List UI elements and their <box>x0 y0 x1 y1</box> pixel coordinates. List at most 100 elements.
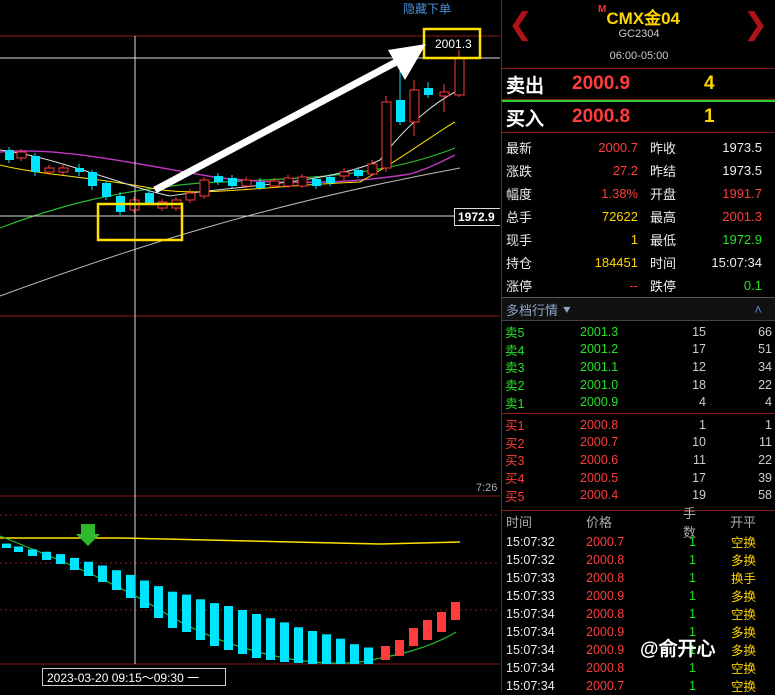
kline-chart[interactable] <box>0 0 500 692</box>
level-qty: 1 <box>699 417 706 432</box>
order-book-row[interactable]: 买5 2000.4 19 58 <box>502 486 775 504</box>
tick-row[interactable]: 15:07:34 2000.8 1 空换 <box>502 605 775 623</box>
tick-row[interactable]: 15:07:32 2000.7 1 空换 <box>502 533 775 551</box>
level-price: 2001.1 <box>580 359 619 374</box>
stat-label: 涨停 <box>506 279 533 294</box>
tick-row[interactable]: 15:07:33 2000.9 1 多换 <box>502 587 775 605</box>
oscillator-bar <box>336 638 345 664</box>
tick-row[interactable]: 15:07:34 2000.7 1 空换 <box>502 677 775 695</box>
tick-row[interactable]: 15:07:34 2000.9 1 多换 <box>502 623 775 641</box>
order-book-row[interactable]: 卖2 2001.0 18 22 <box>502 376 775 394</box>
tick-row[interactable]: 15:07:33 2000.8 1 换手 <box>502 569 775 587</box>
candle-body <box>297 176 308 187</box>
order-book-row[interactable]: 卖1 2000.9 4 4 <box>502 393 775 411</box>
depth-title: 多档行情 ⯆ <box>502 300 572 319</box>
oscillator-bar <box>154 586 163 618</box>
order-book-row[interactable]: 卖3 2001.1 12 34 <box>502 358 775 376</box>
level-cum: 4 <box>765 395 772 410</box>
oscillator-bar <box>112 570 121 590</box>
candle-body <box>241 179 252 187</box>
candle-body <box>339 171 350 177</box>
order-book-row[interactable]: 买1 2000.8 1 1 <box>502 416 775 434</box>
oscillator-bar <box>42 551 51 560</box>
tick-list-header: 时间 价格 手数 开平 <box>502 506 775 540</box>
tick-qty: 1 <box>689 552 696 567</box>
candle-body <box>145 193 154 203</box>
level-cum: 1 <box>765 417 772 432</box>
kline-chart-panel[interactable]: 隐藏下单 2001.3 1972.9 7:26 2023-03-20 09:15… <box>0 0 500 692</box>
candle-body <box>199 179 210 197</box>
tick-row[interactable]: 15:07:34 2000.9 1 多换 <box>502 641 775 659</box>
depth-header[interactable]: 多档行情 ⯆ ˄ <box>502 298 775 321</box>
level-cum: 39 <box>758 470 772 485</box>
stat-value: -- <box>629 278 638 293</box>
hide-order-button[interactable]: 隐藏下单 <box>403 0 451 17</box>
order-book-row[interactable]: 买4 2000.5 17 39 <box>502 469 775 487</box>
level-cum: 66 <box>758 324 772 339</box>
stat-label: 昨结 <box>650 164 677 179</box>
buy-quote-row[interactable]: 买入 2000.8 1 <box>502 102 775 133</box>
level-qty: 17 <box>692 342 706 357</box>
level-label: 买4 <box>505 472 525 487</box>
tick-price: 2000.7 <box>586 678 625 693</box>
candle-body <box>354 170 363 176</box>
sell-quote-row[interactable]: 卖出 2000.9 4 <box>502 69 775 100</box>
tick-time: 15:07:34 <box>506 660 555 675</box>
tick-row[interactable]: 15:07:32 2000.8 1 多换 <box>502 551 775 569</box>
oscillator-bar <box>84 561 93 576</box>
stat-value: 2001.3 <box>722 209 762 224</box>
tick-type: 空换 <box>730 536 756 551</box>
expand-depth-icon[interactable]: ⯆ <box>562 303 572 318</box>
candle-body <box>228 178 237 186</box>
stat-value: 72622 <box>601 209 638 224</box>
tick-qty: 1 <box>689 606 696 621</box>
order-book-row[interactable]: 卖4 2001.2 17 51 <box>502 341 775 359</box>
level-label: 买3 <box>505 454 525 469</box>
level-label: 卖1 <box>505 396 525 411</box>
oscillator-bar <box>196 599 205 640</box>
annotation-arrow-shaft <box>153 56 402 194</box>
candle-body <box>75 168 84 172</box>
tick-type: 空换 <box>730 680 756 695</box>
tick-qty: 1 <box>689 570 696 585</box>
stat-row: 涨跌 27.2 昨结 1973.5 <box>502 159 775 182</box>
collapse-chevron-up-icon[interactable]: ˄ <box>754 302 762 317</box>
oscillator-bar <box>2 543 11 548</box>
level-cum: 58 <box>758 488 772 503</box>
tick-time: 15:07:34 <box>506 606 555 621</box>
candle-body <box>381 101 392 169</box>
tick-row[interactable]: 15:07:34 2000.8 1 空换 <box>502 659 775 677</box>
buy-price: 2000.8 <box>572 106 631 127</box>
oscillator-bar <box>280 622 289 662</box>
tick-list[interactable]: 15:07:32 2000.7 1 空换 15:07:32 2000.8 1 多换 15:07:… <box>502 533 775 695</box>
instrument-code: GC2304 <box>618 28 660 40</box>
candle-body <box>5 150 14 160</box>
order-book-row[interactable]: 买3 2000.6 11 22 <box>502 451 775 469</box>
order-book-row[interactable]: 卖5 2001.3 15 66 <box>502 323 775 341</box>
order-book-row[interactable]: 买2 2000.7 10 11 <box>502 434 775 452</box>
level-qty: 10 <box>692 435 706 450</box>
trading-session: 06:00-05:00 <box>609 50 669 62</box>
crosshair-price-tag: 1972.9 <box>454 208 500 226</box>
candle-body <box>256 182 265 188</box>
oscillator-bar <box>423 620 432 640</box>
next-instrument-icon[interactable]: ❯ <box>743 10 768 40</box>
order-book: 卖5 2001.3 15 66 卖4 2001.2 17 51 卖3 2001.1 12 34 卖2 20… <box>502 321 775 504</box>
tick-column-header: 时间 <box>506 515 533 531</box>
stat-label: 最高 <box>650 210 677 225</box>
stat-row: 持仓 184451 时间 15:07:34 <box>502 251 775 274</box>
level-price: 2001.3 <box>580 324 619 339</box>
oscillator-bar <box>70 557 79 570</box>
stat-value: 15:07:34 <box>711 255 762 270</box>
level-label: 卖3 <box>505 361 525 376</box>
sell-volume: 4 <box>704 73 715 94</box>
oscillator-bar <box>252 614 261 658</box>
level-price: 2000.7 <box>580 435 619 450</box>
stat-value: 27.2 <box>612 163 638 178</box>
level-label: 买1 <box>505 419 525 434</box>
oscillator-bar <box>182 594 191 632</box>
oscillator-bar <box>350 644 359 664</box>
tick-type: 换手 <box>730 572 756 587</box>
tick-time: 15:07:33 <box>506 570 555 585</box>
level-label: 买5 <box>505 489 525 504</box>
